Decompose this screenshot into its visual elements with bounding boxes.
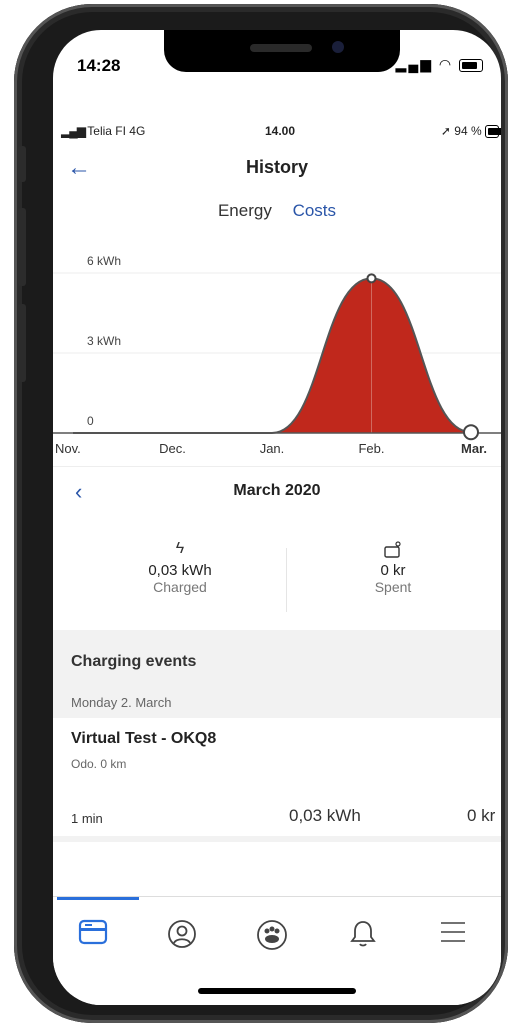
volume-down-button [18,304,26,382]
y-tick-label: 6 kWh [87,255,121,268]
stat-spent-value: 0 kr [380,562,406,579]
y-tick-label: 3 kWh [87,334,121,348]
event-date: Monday 2. March [71,695,172,710]
event-cost: 0 kr [467,806,496,825]
signal-icon: ▂▄▆ [395,56,433,72]
phone-screen: 14:28 ▂▄▆ ◠ ▂▄▆ Telia FI 4G 14.00 ➚ 94 %… [53,30,501,1005]
system-status-icons: ▂▄▆ ◠ [396,56,483,73]
stat-spent: 0 kr Spent [278,540,501,595]
x-tick-label: Dec. [159,441,186,456]
page-title: History [245,157,308,177]
view-tabs: Energy Costs [53,201,501,221]
status-time: 14.00 [265,124,296,138]
y-tick-label: 0 [87,414,94,428]
month-stats: ϟ 0,03 kWh Charged 0 kr Spent [53,540,501,620]
x-tick-label: Jan. [260,441,285,456]
location-icon: ➚ [440,124,455,138]
month-title: March 2020 [233,482,321,499]
x-tick-label: Feb. [358,441,384,456]
event-energy: 0,03 kWh [289,806,361,825]
signal-icon: ▂▄▆ [61,124,88,138]
mute-switch [18,146,26,182]
profile-icon[interactable] [152,919,212,949]
system-clock: 14:28 [77,56,121,75]
card-icon[interactable] [63,919,123,945]
stat-spent-label: Spent [374,579,412,595]
battery-icon [485,125,501,139]
battery-percent: 94 % [454,124,482,138]
history-chart[interactable]: 6 kWh 3 kWh 0 Nov. Dec. Jan. Feb. Mar. [53,255,501,465]
list-divider [53,836,501,842]
event-name: Virtual Test - OKQ8 [71,730,217,747]
speaker [250,44,312,52]
tab-energy[interactable]: Energy [218,201,272,221]
month-navigator: ‹ March 2020 [53,466,501,517]
stat-charged-label: Charged [153,579,207,595]
carrier-label: ▂▄▆ Telia FI 4G [61,124,145,138]
charging-events-header: Charging events Monday 2. March [53,630,501,718]
x-tick-label: Nov. [55,441,81,456]
carrier-text: Telia FI 4G [87,124,146,138]
lightning-icon: ϟ [175,540,185,557]
data-point [366,273,377,284]
chart-area [73,278,471,433]
active-tab-indicator [57,897,139,900]
tab-costs[interactable]: Costs [293,201,336,221]
app-status-bar: ▂▄▆ Telia FI 4G 14.00 ➚ 94 % [53,122,501,140]
notch [164,30,400,72]
volume-up-button [18,208,26,286]
stat-charged-value: 0,03 kWh [148,562,212,579]
x-tick-label: Mar. [461,441,487,456]
data-point [463,424,479,441]
wallet-icon [278,540,501,562]
status-battery: ➚ 94 % [440,124,501,139]
stat-charged: ϟ 0,03 kWh Charged [65,540,295,595]
list-item[interactable]: Virtual Test - OKQ8 Odo. 0 km 1 min 0,03… [53,718,501,836]
home-indicator[interactable] [198,988,356,994]
wifi-icon: ◠ [438,56,454,72]
camera [332,41,344,53]
battery-icon [459,58,483,72]
bell-icon[interactable] [333,919,393,949]
charging-events-title: Charging events [71,653,197,670]
menu-icon[interactable] [423,919,483,945]
event-odometer: Odo. 0 km [71,757,127,771]
community-icon[interactable] [242,919,302,951]
event-duration: 1 min [71,811,103,826]
